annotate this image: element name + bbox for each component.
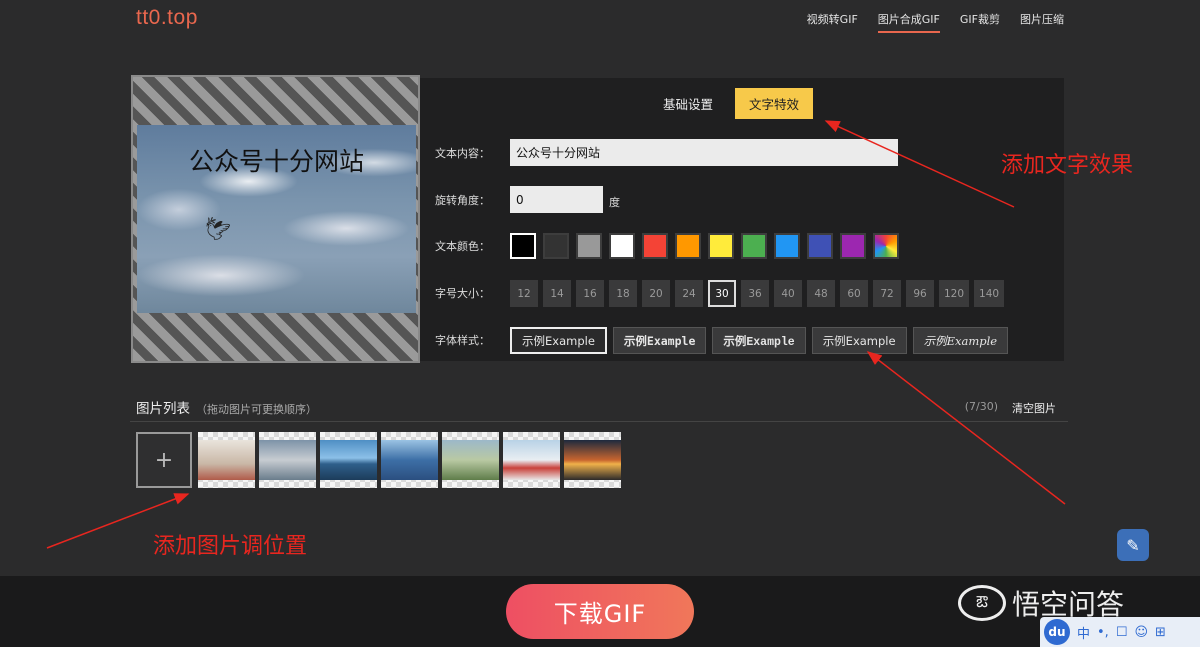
- tab-text-effects[interactable]: 文字特效: [735, 88, 814, 119]
- color-swatch[interactable]: [576, 233, 602, 259]
- nav-gif-crop[interactable]: GIF裁剪: [960, 11, 1000, 33]
- top-nav: 视频转GIF 图片合成GIF GIF裁剪 图片压缩: [807, 11, 1064, 33]
- thumbnail-image: [442, 440, 499, 480]
- site-logo[interactable]: tt0.top: [136, 6, 198, 30]
- rotate-input[interactable]: [510, 186, 603, 213]
- text-content-label: 文本内容：: [435, 147, 490, 160]
- font-option-4[interactable]: 示例Example: [811, 327, 907, 354]
- clear-images-button[interactable]: 清空图片: [1012, 400, 1056, 416]
- thumbnail-image: [381, 440, 438, 480]
- font-size-option[interactable]: 16: [576, 280, 604, 307]
- image-list-title: 图片列表: [136, 401, 190, 417]
- settings-tabs: 基础设置 文字特效: [663, 88, 814, 119]
- color-swatch[interactable]: [774, 233, 800, 259]
- font-size-option[interactable]: 48: [807, 280, 835, 307]
- ime-toolbox-icon[interactable]: ⊞: [1155, 625, 1166, 640]
- font-option-1[interactable]: 示例Example: [510, 327, 607, 354]
- font-size-option[interactable]: 30: [708, 280, 736, 307]
- font-size-option[interactable]: 72: [873, 280, 901, 307]
- annotation-text-effect: 添加文字效果: [1001, 153, 1134, 178]
- color-swatches: [510, 233, 899, 259]
- image-list-header: 图片列表 （拖动图片可更换顺序）: [136, 397, 317, 417]
- color-swatch[interactable]: [642, 233, 668, 259]
- ime-emoji-icon[interactable]: ☺: [1134, 625, 1148, 640]
- ime-chinese-mode[interactable]: 中: [1077, 623, 1090, 642]
- color-swatch[interactable]: [675, 233, 701, 259]
- divider: [130, 421, 1068, 422]
- font-size-option[interactable]: 12: [510, 280, 538, 307]
- image-thumbnail[interactable]: [198, 432, 255, 488]
- image-thumbnail[interactable]: [381, 432, 438, 488]
- image-thumbnail[interactable]: [442, 432, 499, 488]
- thumbnail-image: [259, 440, 316, 480]
- font-option-2[interactable]: 示例Example: [612, 327, 707, 354]
- text-content-input[interactable]: [510, 139, 898, 166]
- wukong-logo-icon: ఔ: [958, 585, 1006, 621]
- image-thumbnail[interactable]: [320, 432, 377, 488]
- nav-video-to-gif[interactable]: 视频转GIF: [807, 11, 858, 33]
- thumbnail-image: [503, 440, 560, 480]
- font-size-option[interactable]: 40: [774, 280, 802, 307]
- font-size-option[interactable]: 60: [840, 280, 868, 307]
- font-style-label: 字体样式：: [435, 334, 490, 347]
- font-size-option[interactable]: 20: [642, 280, 670, 307]
- download-gif-button[interactable]: 下载GIF: [506, 584, 694, 639]
- font-size-label: 字号大小：: [435, 287, 490, 300]
- thumbnail-image: [198, 440, 255, 480]
- image-count: (7/30): [964, 400, 998, 413]
- font-size-option[interactable]: 36: [741, 280, 769, 307]
- preview-overlay-text: 公众号十分网站: [188, 147, 364, 176]
- font-option-5[interactable]: 示例Example: [912, 327, 1009, 354]
- font-size-option[interactable]: 14: [543, 280, 571, 307]
- gif-preview: 公众号十分网站 🕊: [131, 75, 420, 363]
- thumbnail-image: [564, 440, 621, 480]
- rotate-label: 旋转角度：: [435, 194, 490, 207]
- color-swatch[interactable]: [609, 233, 635, 259]
- font-option-3[interactable]: 示例Example: [712, 327, 806, 354]
- color-swatch[interactable]: [708, 233, 734, 259]
- font-size-option[interactable]: 96: [906, 280, 934, 307]
- ime-punctuation[interactable]: •,: [1097, 625, 1109, 640]
- color-swatch[interactable]: [807, 233, 833, 259]
- tab-basic-settings[interactable]: 基础设置: [663, 88, 713, 119]
- color-swatch[interactable]: [741, 233, 767, 259]
- color-swatch[interactable]: [543, 233, 569, 259]
- image-thumbnail[interactable]: [564, 432, 621, 488]
- color-swatch[interactable]: [873, 233, 899, 259]
- arrow-to-font-options: [866, 351, 1066, 505]
- font-size-option[interactable]: 24: [675, 280, 703, 307]
- image-list-actions: (7/30) 清空图片: [965, 400, 1056, 416]
- image-list-hint: （拖动图片可更换顺序）: [196, 403, 317, 416]
- font-size-option[interactable]: 140: [974, 280, 1005, 307]
- ime-toolbar: du 中 •, ☐ ☺ ⊞: [1040, 617, 1200, 647]
- text-color-label: 文本颜色：: [435, 240, 490, 253]
- bird-icon: 🕊: [199, 212, 233, 246]
- font-size-option[interactable]: 120: [939, 280, 970, 307]
- clipboard-icon[interactable]: ✎: [1117, 529, 1149, 561]
- font-size-options: 12 14 16 18 20 24 30 36 40 48 60 72 96 120 140: [510, 280, 1005, 307]
- image-thumbnails: +: [136, 432, 621, 488]
- image-thumbnail[interactable]: [503, 432, 560, 488]
- annotation-adjust-images: 添加图片调位置: [153, 534, 308, 559]
- color-swatch[interactable]: [510, 233, 536, 259]
- add-image-button[interactable]: +: [136, 432, 192, 488]
- ime-keyboard-icon[interactable]: ☐: [1116, 625, 1128, 640]
- image-thumbnail[interactable]: [259, 432, 316, 488]
- preview-image: 公众号十分网站 🕊: [137, 125, 416, 313]
- nav-image-compress[interactable]: 图片压缩: [1020, 11, 1064, 33]
- color-swatch[interactable]: [840, 233, 866, 259]
- rotate-unit: 度: [609, 196, 620, 209]
- font-size-option[interactable]: 18: [609, 280, 637, 307]
- nav-images-to-gif[interactable]: 图片合成GIF: [877, 11, 940, 33]
- baidu-ime-icon[interactable]: du: [1044, 619, 1070, 645]
- settings-panel: 基础设置 文字特效 文本内容： 旋转角度： 度 文本颜色： 字号大小： 1214…: [420, 78, 1064, 361]
- thumbnail-image: [320, 440, 377, 480]
- font-style-options: 示例Example 示例Example 示例Example 示例Example …: [510, 327, 1009, 354]
